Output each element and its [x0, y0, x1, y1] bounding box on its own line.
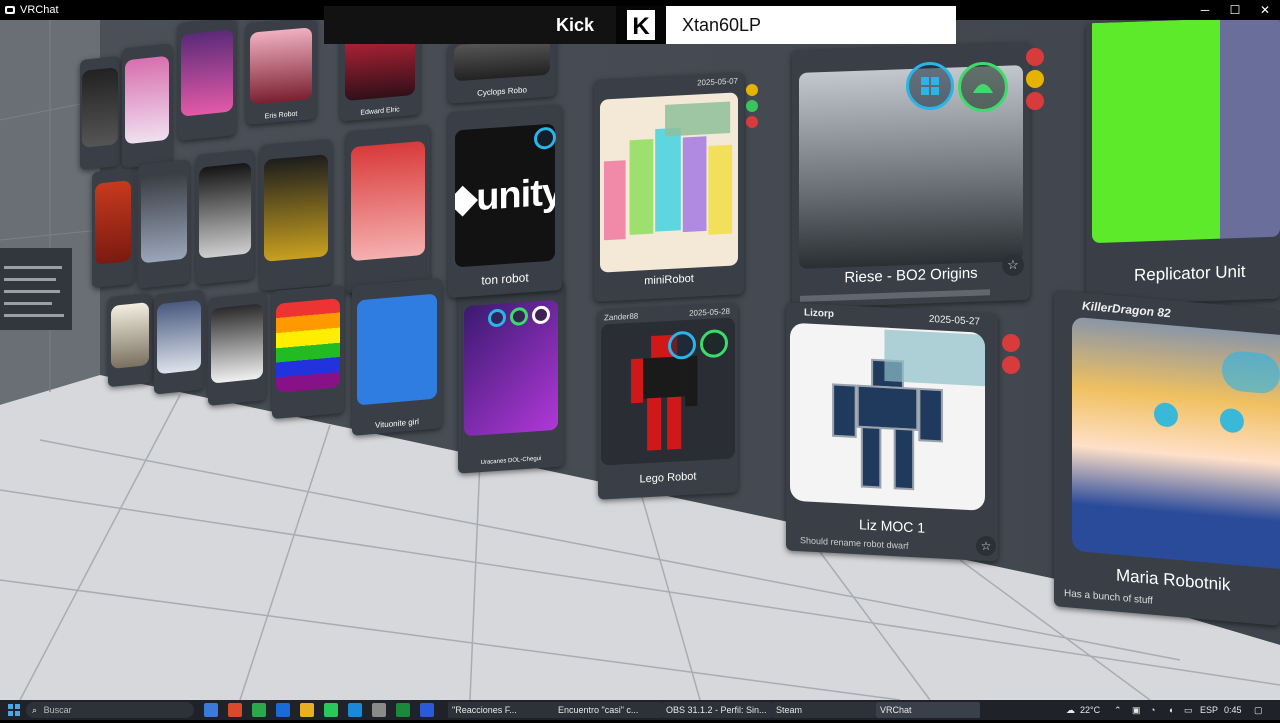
search-placeholder: Buscar: [43, 705, 72, 715]
avatar-card-small[interactable]: [272, 284, 344, 420]
network-icon[interactable]: ◔: [1150, 700, 1155, 720]
app-icon[interactable]: [252, 703, 266, 717]
windows-icon: [488, 308, 506, 328]
taskbar-search-input[interactable]: ⌕ Buscar: [26, 702, 194, 718]
vrchat-app-icon: [5, 6, 15, 14]
avatar-card-date: 2025-05-07: [697, 76, 738, 88]
tray-icon[interactable]: ▣: [1132, 700, 1141, 720]
avatar-card-small[interactable]: [208, 291, 266, 407]
maria-robotnik-preview: [1154, 351, 1280, 433]
avatar-card-small[interactable]: [260, 138, 332, 292]
close-button[interactable]: ✕: [1250, 0, 1280, 20]
avatar-card-lego-robot[interactable]: Zander88 2025-05-28 Lego Robot: [598, 302, 738, 500]
avatar-card-author: Lizorp: [804, 307, 834, 320]
avatar-card-small[interactable]: [346, 124, 430, 294]
taskbar-task-obs[interactable]: OBS 31.1.2 - Perfil: Sin...: [662, 702, 772, 718]
taskbar-task-browser-2[interactable]: Encuentro "casi" c...: [554, 702, 662, 718]
weather-icon[interactable]: ☁: [1066, 700, 1075, 720]
maximize-button[interactable]: ☐: [1220, 0, 1250, 20]
battery-icon[interactable]: ▭: [1184, 700, 1193, 720]
avatar-card-name: Cyclops Robo: [477, 85, 527, 98]
android-icon: [510, 306, 528, 327]
store-icon[interactable]: [372, 703, 386, 717]
vr-scene-viewport[interactable]: Eris Robot Edward Elric Cyclops Robo Vit…: [0, 20, 1280, 700]
avatar-card-name: Uracanes DOL-Chegui: [480, 455, 542, 467]
avatar-card-author: KillerDragon 82: [1082, 298, 1171, 321]
minirobot-side-icons: [746, 84, 758, 128]
riese-side-icons: [1026, 48, 1044, 110]
avatar-card-small[interactable]: [92, 167, 134, 289]
avatar-card-maria-robotnik[interactable]: KillerDragon 82 Maria Robotnik Has a bun…: [1054, 290, 1280, 626]
liz-side-icons: [1002, 334, 1020, 374]
avatar-card-small[interactable]: Vituonite girl: [352, 278, 442, 436]
taskbar-task-steam[interactable]: Steam: [772, 702, 876, 718]
minimize-button[interactable]: ─: [1190, 0, 1220, 20]
avatar-card-minirobot[interactable]: 2025-05-07 miniRobot: [594, 72, 744, 302]
stream-overlay: Kick K Xtan60LP: [324, 6, 956, 44]
kick-logo-letter: K: [632, 13, 650, 40]
whatsapp-icon[interactable]: [324, 703, 338, 717]
excel-icon[interactable]: [396, 703, 410, 717]
edge-icon[interactable]: [276, 703, 290, 717]
avatar-card-small[interactable]: [196, 148, 254, 286]
avatar-card-small[interactable]: Uracanes DOL-Chegui: [458, 280, 564, 474]
stream-username-text: Xtan60LP: [682, 15, 762, 35]
stream-platform-label: Kick: [555, 15, 594, 35]
avatar-card-ton-robot[interactable]: ◆unity ton robot: [448, 104, 562, 298]
avatar-card-name: Lego Robot: [639, 470, 697, 486]
android-icon: [700, 328, 728, 359]
volume-icon[interactable]: ◖: [1168, 700, 1173, 720]
taskbar-task-vrchat[interactable]: VRChat: [876, 702, 980, 718]
avatar-card-small[interactable]: Cyclops Robo: [448, 36, 556, 104]
windows-start-icon: [8, 704, 20, 716]
task-view-icon[interactable]: [204, 703, 218, 717]
windows-icon: [906, 62, 954, 110]
stream-username: Xtan60LP: [666, 6, 956, 44]
weather-temperature: 22°C: [1080, 705, 1101, 715]
favorite-star-icon[interactable]: ☆: [976, 536, 996, 556]
avatar-card-small[interactable]: [178, 20, 236, 142]
notifications-icon[interactable]: ▢: [1254, 700, 1263, 720]
start-button[interactable]: [4, 700, 24, 720]
avatar-card-author: Zander88: [604, 311, 639, 323]
word-icon[interactable]: [420, 703, 434, 717]
kick-logo-icon: K: [616, 6, 666, 44]
browser-icon[interactable]: [228, 703, 242, 717]
avatar-card-liz-moc[interactable]: Lizorp 2025-05-27 Liz MOC 1 Should renam…: [786, 302, 998, 562]
clock[interactable]: 0:45: [1224, 700, 1242, 720]
chevron-up-icon[interactable]: ⌃: [1114, 700, 1122, 720]
app-icon[interactable]: [348, 703, 362, 717]
windows-taskbar: ⌕ Buscar "Reacciones F... Encuentro "cas…: [0, 700, 1280, 720]
avatar-card-small[interactable]: [138, 159, 190, 289]
windows-icon: [668, 330, 696, 360]
avatar-card-small[interactable]: [80, 55, 120, 171]
avatar-card-description: [800, 289, 990, 302]
avatar-card-small[interactable]: [122, 43, 172, 169]
avatar-card-small[interactable]: [108, 292, 152, 388]
liz-moc-preview: [832, 329, 986, 491]
input-language[interactable]: ESP: [1200, 700, 1218, 720]
avatar-card-name: Replicator Unit: [1134, 261, 1246, 285]
file-explorer-icon[interactable]: [300, 703, 314, 717]
favorite-star-icon[interactable]: ☆: [1002, 254, 1024, 276]
search-icon: ⌕: [32, 705, 38, 715]
avatar-card-small[interactable]: Eris Robot: [246, 20, 316, 126]
avatar-card-name: miniRobot: [644, 272, 694, 288]
avatar-card-date: 2025-05-28: [689, 306, 730, 318]
avatar-card-small[interactable]: [154, 289, 204, 395]
avatar-card-date: 2025-05-27: [928, 313, 980, 328]
apple-icon: [532, 305, 550, 325]
minirobot-preview: [603, 101, 733, 241]
stream-platform-panel: Kick: [324, 6, 616, 44]
android-icon: [958, 62, 1008, 112]
window-title: VRChat: [20, 4, 59, 16]
avatar-card-replicator-unit[interactable]: Replicator Unit: [1086, 20, 1280, 306]
unity-logo-icon: ◆unity: [454, 170, 556, 221]
riese-platform-badges: [906, 62, 1008, 112]
taskbar-task-browser[interactable]: "Reacciones F...: [448, 702, 556, 718]
avatar-card-name: ton robot: [481, 270, 529, 288]
